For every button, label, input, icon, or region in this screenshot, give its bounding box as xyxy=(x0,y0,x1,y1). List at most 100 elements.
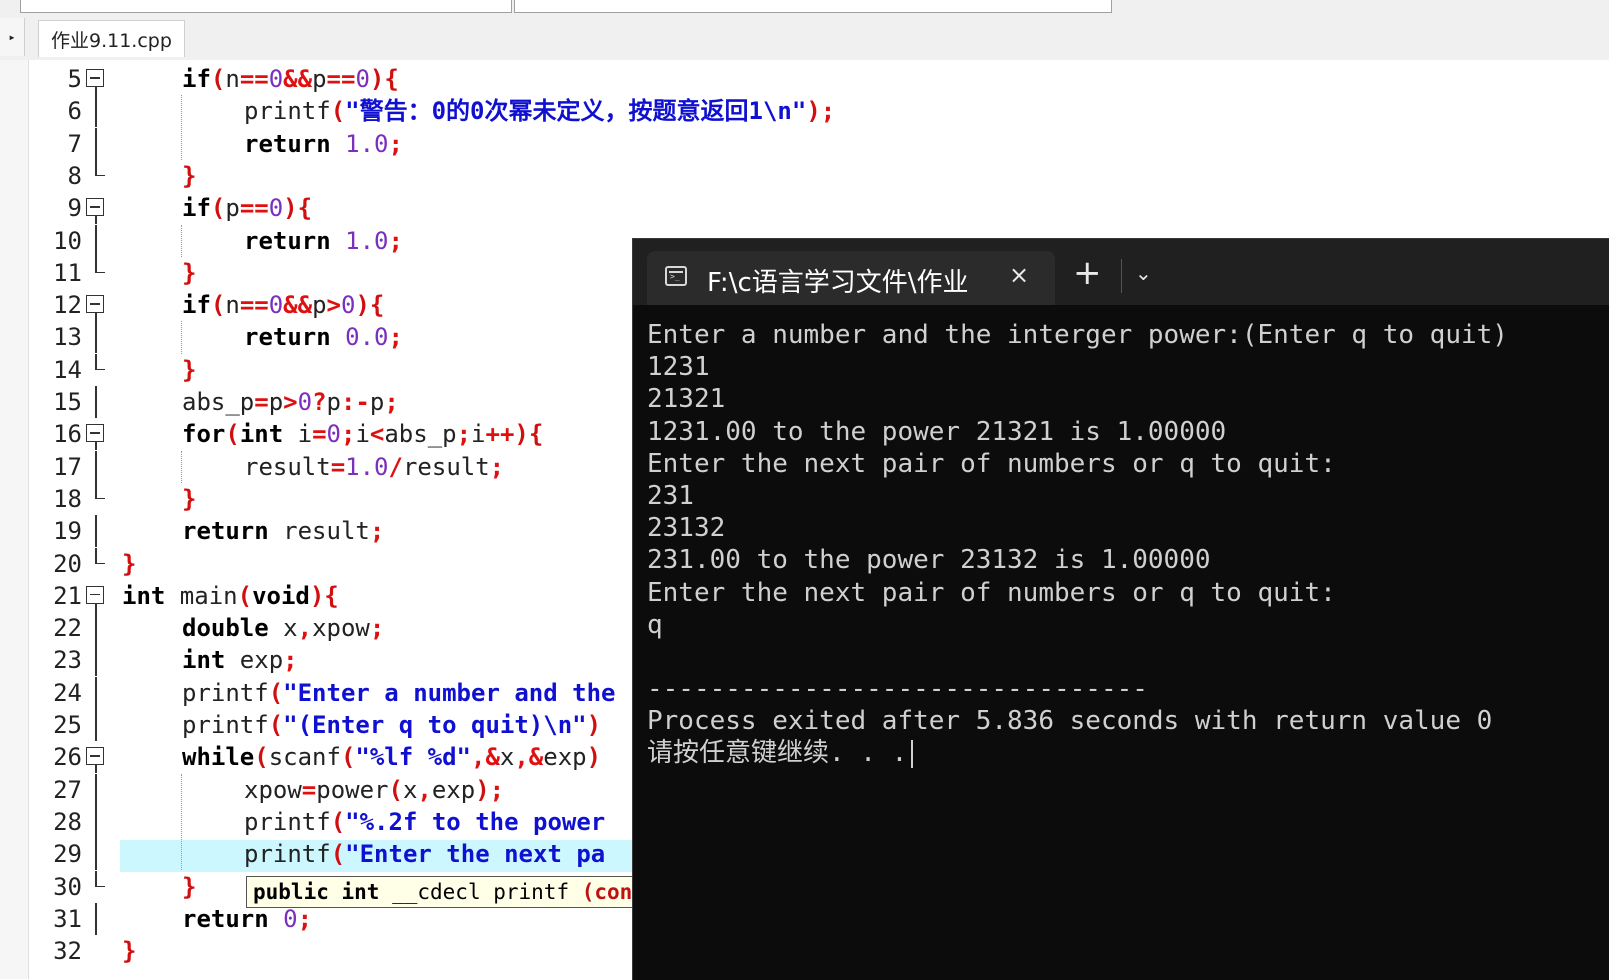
fold-toggle-icon[interactable] xyxy=(86,198,104,217)
fold-guide xyxy=(95,216,97,225)
code-text: while(scanf("%lf %d",&x,&exp) xyxy=(182,741,601,773)
code-token: ( xyxy=(254,743,269,772)
code-token: } xyxy=(182,484,197,513)
terminal-output[interactable]: Enter a number and the interger power:(E… xyxy=(647,319,1597,770)
fold-toggle-icon[interactable] xyxy=(86,747,104,766)
code-text: } xyxy=(182,871,196,903)
code-token: exp xyxy=(431,775,476,804)
code-token: p xyxy=(369,388,385,416)
toolbar-field-left[interactable] xyxy=(20,0,512,13)
code-token: void xyxy=(252,581,310,610)
code-token: ){ xyxy=(514,420,544,449)
line-number: 26 xyxy=(53,743,82,772)
close-tab-icon[interactable]: × xyxy=(1009,261,1029,289)
code-token: double xyxy=(182,614,269,643)
code-token: ; xyxy=(820,97,836,126)
fold-toggle-icon[interactable] xyxy=(86,295,104,314)
code-token: ( xyxy=(330,840,346,869)
line-number: 31 xyxy=(53,904,82,933)
fold-toggle-icon[interactable] xyxy=(86,424,104,443)
code-token: p xyxy=(312,291,327,320)
fold-toggle-icon[interactable] xyxy=(86,585,104,604)
code-token: } xyxy=(122,549,137,578)
code-text: int exp; xyxy=(182,644,298,676)
line-number: 23 xyxy=(53,646,82,675)
code-token: "警告：0的0次幂未定义，按题意返回1\n" xyxy=(345,97,807,126)
code-token: / xyxy=(388,452,403,481)
code-text: } xyxy=(122,548,136,580)
code-token: = xyxy=(330,452,346,481)
code-token: == xyxy=(239,65,269,93)
file-tab[interactable]: 作业9.11.cpp xyxy=(38,20,185,57)
code-token: if xyxy=(182,65,211,93)
code-token: p xyxy=(225,194,240,223)
code-text: } xyxy=(122,935,136,967)
code-token: 1.0 xyxy=(345,226,389,255)
fold-guide xyxy=(95,765,97,774)
fold-guide xyxy=(95,386,97,418)
code-token: "Enter a number and the xyxy=(283,678,616,707)
code-token: "%.2f to the power xyxy=(345,807,606,836)
titlebar-divider xyxy=(1121,259,1122,293)
code-line[interactable]: 9 if(p==0){ xyxy=(0,192,1609,225)
tab-scroll-arrow-icon[interactable]: ▸ xyxy=(0,18,25,56)
fold-guide xyxy=(95,547,97,564)
code-line[interactable]: 5 if(n==0&&p==0){ xyxy=(0,63,1609,95)
code-text: return 1.0; xyxy=(244,225,403,257)
line-number: 9 xyxy=(67,194,82,223)
code-token: ( xyxy=(330,97,346,126)
code-token: "(Enter q to quit)\n" xyxy=(283,711,587,739)
fold-guide xyxy=(95,450,97,483)
terminal-window[interactable]: F:\c语言学习文件\作业 × + ⌄ Enter a number and t… xyxy=(632,238,1609,980)
code-text: } xyxy=(182,354,196,386)
code-token: x xyxy=(499,743,515,772)
indent-guide xyxy=(181,95,182,160)
code-token: = xyxy=(254,388,269,416)
code-token: printf xyxy=(182,711,269,739)
code-line[interactable]: 6 printf("警告：0的0次幂未定义，按题意返回1\n"); xyxy=(0,95,1609,128)
code-token: ) xyxy=(806,97,821,126)
fold-guide xyxy=(95,773,97,806)
code-token: ( xyxy=(388,775,403,804)
fold-end-mark xyxy=(95,885,105,887)
fold-guide xyxy=(95,224,97,257)
code-text: printf("Enter the next pa xyxy=(244,838,605,870)
line-number: 12 xyxy=(53,291,82,320)
code-token: && xyxy=(283,65,313,93)
terminal-line: Enter a number and the interger power:(E… xyxy=(647,319,1597,351)
code-token: && xyxy=(283,291,313,320)
code-token: return xyxy=(182,904,269,933)
code-token: i xyxy=(283,420,313,449)
toolbar-field-right[interactable] xyxy=(514,0,1112,13)
terminal-line-text: Enter the next pair of numbers or q to q… xyxy=(647,577,1336,608)
code-token: == xyxy=(239,291,269,320)
code-line[interactable]: 7 return 1.0; xyxy=(0,127,1609,160)
code-token: for xyxy=(182,420,226,449)
code-text: printf("Enter a number and the xyxy=(182,677,616,709)
fold-guide xyxy=(95,603,97,612)
terminal-tab[interactable]: F:\c语言学习文件\作业 × xyxy=(647,251,1055,305)
fold-guide xyxy=(95,805,97,838)
line-number: 20 xyxy=(53,549,82,578)
code-text: } xyxy=(182,160,196,192)
code-token: printf xyxy=(244,97,331,126)
fold-guide xyxy=(95,321,97,354)
code-token: ; xyxy=(489,775,505,804)
fold-toggle-icon[interactable] xyxy=(86,69,104,87)
signature-tooltip: public int __cdecl printf (const xyxy=(246,876,646,908)
code-line[interactable]: 8} xyxy=(0,159,1609,192)
indent-guide xyxy=(181,321,182,354)
code-token: return xyxy=(244,323,331,352)
code-token: :- xyxy=(340,388,370,416)
terminal-line-text: -------------------------------- xyxy=(647,674,1148,705)
chevron-down-icon[interactable]: ⌄ xyxy=(1135,261,1152,285)
terminal-line-text: 1231 xyxy=(647,352,710,383)
code-token: ; xyxy=(297,904,313,933)
new-tab-icon[interactable]: + xyxy=(1073,253,1102,293)
code-token: 0 xyxy=(326,420,341,449)
code-text: printf("警告：0的0次幂未定义，按题意返回1\n"); xyxy=(244,95,835,127)
fold-end-mark xyxy=(95,562,105,564)
code-token: ( xyxy=(210,291,226,320)
code-token: ){ xyxy=(309,581,339,610)
